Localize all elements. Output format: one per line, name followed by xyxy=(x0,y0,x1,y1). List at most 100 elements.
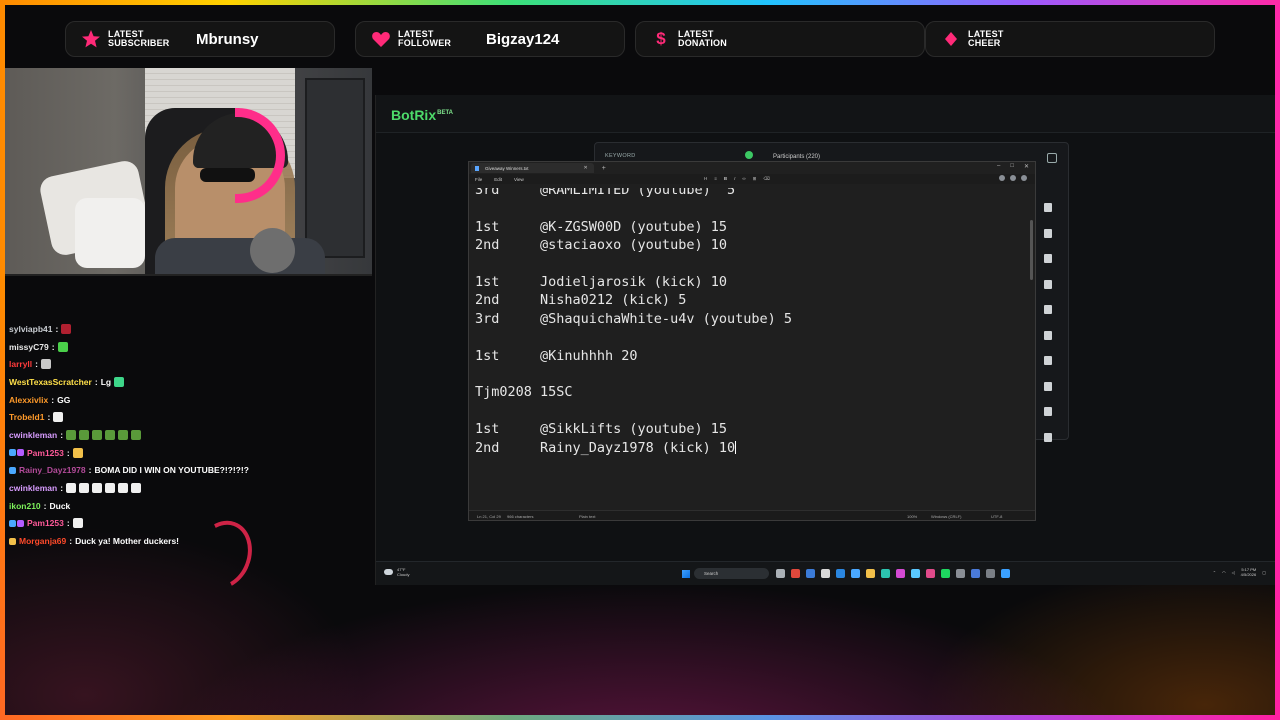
alert-value: Bigzay124 xyxy=(486,30,560,48)
delete-icon[interactable] xyxy=(1044,381,1052,391)
delete-icon[interactable] xyxy=(1044,432,1052,442)
settings-icon[interactable] xyxy=(1021,175,1027,181)
emote-icon xyxy=(114,376,125,387)
explorer-icon[interactable] xyxy=(866,569,875,578)
tab-close-icon[interactable]: ✕ xyxy=(584,165,588,171)
chat-username[interactable]: sylviapb41 xyxy=(9,324,52,334)
text-line: 2nd Nisha0212 (kick) 5 xyxy=(475,292,686,310)
text-line-content: 2nd Nisha0212 (kick) 5 xyxy=(475,292,687,309)
table-icon[interactable]: ⊞ xyxy=(753,176,757,182)
copilot-icon[interactable] xyxy=(999,175,1005,181)
latest-follower-alert: LATEST FOLLOWER Bigzay124 xyxy=(355,21,625,57)
chat-separator: : xyxy=(55,323,59,334)
volume-icon[interactable]: ◁ xyxy=(1232,570,1235,575)
chat-message: WestTexasScratcher: Lg xyxy=(9,373,369,391)
weather-widget[interactable]: 47°F Cloudy xyxy=(384,567,409,577)
notification-icon[interactable]: ▢ xyxy=(1262,570,1266,575)
notepad-editor[interactable]: 3rd @RAMLIMITED (youtube) 5 1st @K-ZGSW00… xyxy=(475,188,1023,508)
alert-label: LATEST SUBSCRIBER xyxy=(108,29,170,48)
delete-icon[interactable] xyxy=(1044,407,1052,416)
chat-username[interactable]: WestTexasScratcher xyxy=(9,377,92,387)
delete-icon[interactable] xyxy=(1044,330,1052,340)
bold-icon[interactable]: B xyxy=(724,176,727,182)
chat-username[interactable]: Morganja69 xyxy=(19,536,66,546)
heading-icon[interactable]: H xyxy=(704,176,707,182)
clock[interactable]: 5:17 PM 4/5/2026 xyxy=(1241,567,1257,577)
chat-username[interactable]: ikon210 xyxy=(9,501,41,511)
app-icon[interactable] xyxy=(851,569,860,578)
delete-icon[interactable] xyxy=(1044,203,1052,212)
new-tab-button[interactable]: + xyxy=(602,165,606,172)
menu-view[interactable]: View xyxy=(514,177,524,182)
chat-message: ikon210: Duck xyxy=(9,497,369,515)
app-icon[interactable] xyxy=(881,569,890,578)
delete-icon[interactable] xyxy=(1044,254,1052,263)
chat-username[interactable]: Pam1253 xyxy=(27,518,64,528)
chrome-icon[interactable] xyxy=(791,569,800,578)
app-icon[interactable] xyxy=(926,569,935,578)
chat-username[interactable]: Trobeld1 xyxy=(9,412,44,422)
chat-separator: : xyxy=(69,536,73,547)
list-icon[interactable]: ≡ xyxy=(714,176,717,182)
chat-username[interactable]: cwinkleman xyxy=(9,483,57,493)
chat-separator: : xyxy=(51,341,55,352)
notepad-window: Giveaway Winners.txt ✕ + – □ ✕ File Edit… xyxy=(468,161,1036,521)
scrollbar[interactable] xyxy=(1030,220,1033,280)
task-view-icon[interactable] xyxy=(776,569,785,578)
chat-username[interactable]: Pam1253 xyxy=(27,448,64,458)
chat-message: cwinkleman: xyxy=(9,479,369,497)
window-controls: – □ ✕ xyxy=(997,163,1029,170)
notepad-tab[interactable]: Giveaway Winners.txt ✕ xyxy=(471,163,594,173)
line-endings: Windows (CRLF) xyxy=(931,514,962,519)
text-line: 2nd Rainy_Dayz1978 (kick) 10 xyxy=(475,440,737,458)
chat-username[interactable]: larryll xyxy=(9,359,32,369)
close-icon[interactable]: ✕ xyxy=(1024,163,1029,170)
delete-icon[interactable] xyxy=(1044,228,1052,238)
chat-message: cwinkleman: xyxy=(9,426,369,444)
text-line: Tjm0208 15SC xyxy=(475,384,573,402)
delete-icon[interactable] xyxy=(1044,305,1052,314)
menu-edit[interactable]: Edit xyxy=(494,177,502,182)
app-icon[interactable] xyxy=(806,569,815,578)
app-icon[interactable] xyxy=(896,569,905,578)
notepad-titlebar: Giveaway Winners.txt ✕ + – □ ✕ xyxy=(469,162,1035,174)
latest-donation-alert: $ LATEST DONATION xyxy=(635,21,925,57)
latest-subscriber-alert: LATEST SUBSCRIBER Mbrunsy xyxy=(65,21,335,57)
chat-separator: : xyxy=(66,518,70,529)
chat-separator: : xyxy=(88,465,92,476)
popout-icon[interactable] xyxy=(1047,153,1057,163)
app-icon[interactable] xyxy=(821,569,830,578)
app-icon[interactable] xyxy=(956,569,965,578)
chat-username[interactable]: cwinkleman xyxy=(9,430,57,440)
chat-message: Alexxivlix: GG xyxy=(9,391,369,409)
edge-icon[interactable] xyxy=(836,569,845,578)
botrix-logo[interactable]: BotRixBETA xyxy=(391,107,453,123)
spotify-icon[interactable] xyxy=(941,569,950,578)
app-icon[interactable] xyxy=(986,569,995,578)
link-icon[interactable]: ∞ xyxy=(742,176,745,182)
menu-file[interactable]: File xyxy=(475,177,482,182)
delete-icon[interactable] xyxy=(1044,356,1052,365)
maximize-icon[interactable]: □ xyxy=(1010,163,1014,170)
app-icon[interactable] xyxy=(971,569,980,578)
taskbar-search[interactable]: Search xyxy=(694,568,769,579)
app-icon[interactable] xyxy=(911,569,920,578)
chevron-up-icon[interactable]: ⌃ xyxy=(1213,570,1216,575)
profile-icon[interactable] xyxy=(1010,175,1016,181)
emote-icon xyxy=(72,447,83,458)
chat-username[interactable]: Alexxivlix xyxy=(9,395,48,405)
chat-username[interactable]: Rainy_Dayz1978 xyxy=(19,465,86,475)
chat-separator: : xyxy=(35,359,38,370)
start-icon[interactable] xyxy=(682,570,690,578)
italic-icon[interactable]: I xyxy=(734,176,735,182)
wifi-icon[interactable]: ◠ xyxy=(1222,570,1226,575)
char-count: 966 characters xyxy=(507,514,534,519)
minimize-icon[interactable]: – xyxy=(997,163,1000,170)
delete-icon[interactable] xyxy=(1044,279,1052,289)
alert-value: Mbrunsy xyxy=(196,30,259,48)
participants-label: Participants (220) xyxy=(773,154,821,160)
clear-format-icon[interactable]: ⌫ xyxy=(763,176,769,182)
botrix-header: BotRixBETA xyxy=(376,95,1275,133)
chat-username[interactable]: missyC79 xyxy=(9,342,49,352)
notepad-icon[interactable] xyxy=(1001,569,1010,578)
